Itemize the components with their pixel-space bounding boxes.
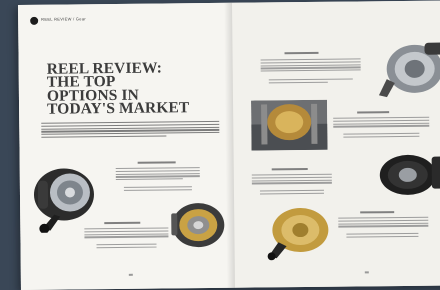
reel-image-1 bbox=[24, 152, 105, 233]
caption-text-6 bbox=[338, 217, 428, 229]
right-page bbox=[232, 0, 440, 287]
magazine-spread: REEL REVIEW / Gear REEL REVIEW: THE TOP … bbox=[18, 0, 440, 289]
reel-image-6 bbox=[264, 202, 333, 261]
caption-text-3 bbox=[261, 58, 361, 73]
caption-heading-6 bbox=[360, 211, 394, 213]
caption-specs-3 bbox=[269, 78, 353, 84]
reel-image-4 bbox=[251, 100, 328, 151]
caption-text-2 bbox=[84, 227, 168, 239]
section-header: REEL REVIEW / Gear bbox=[41, 16, 86, 21]
intro-paragraph bbox=[41, 121, 219, 140]
caption-specs-1 bbox=[124, 186, 192, 192]
caption-specs-6 bbox=[346, 233, 418, 239]
caption-specs-2 bbox=[97, 244, 157, 250]
caption-text-4 bbox=[333, 117, 429, 129]
caption-specs-4 bbox=[343, 133, 419, 139]
reel-image-5 bbox=[374, 148, 440, 199]
caption-text-5 bbox=[252, 174, 332, 186]
reel-image-3 bbox=[376, 38, 440, 101]
page-number-left bbox=[129, 274, 133, 276]
caption-heading-1 bbox=[138, 161, 176, 163]
caption-heading-3 bbox=[285, 52, 319, 54]
article-title: REEL REVIEW: THE TOP OPTIONS IN TODAY'S … bbox=[47, 61, 218, 116]
title-line-4: TODAY'S MARKET bbox=[47, 101, 217, 116]
caption-heading-5 bbox=[272, 168, 308, 170]
caption-text-1 bbox=[116, 167, 200, 182]
page-number-right bbox=[365, 271, 369, 273]
caption-heading-4 bbox=[357, 111, 389, 113]
section-logo bbox=[30, 17, 38, 25]
caption-specs-5 bbox=[260, 190, 324, 196]
reel-image-2 bbox=[168, 199, 227, 252]
caption-heading-2 bbox=[104, 222, 140, 224]
left-page: REEL REVIEW / Gear REEL REVIEW: THE TOP … bbox=[18, 3, 235, 290]
